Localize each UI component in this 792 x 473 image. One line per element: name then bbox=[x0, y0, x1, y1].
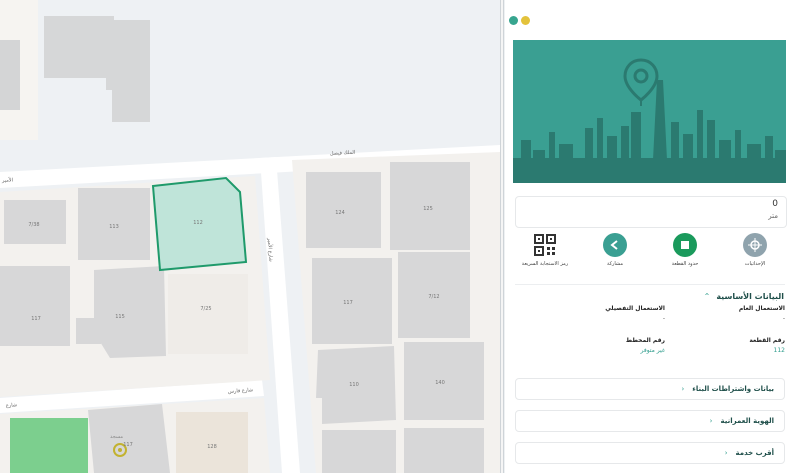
parcel-number: 125 bbox=[423, 206, 433, 212]
divider-line bbox=[515, 284, 785, 285]
parcel-boundary-label: حدود القطعة bbox=[671, 261, 699, 267]
plan-number-label: رقم المخطط bbox=[625, 337, 665, 344]
general-use-label: الاستعمال العام bbox=[738, 305, 785, 312]
parcel-number: 115 bbox=[115, 314, 125, 320]
qr-code-button[interactable]: رمز الاستجابة السريعة bbox=[515, 233, 575, 278]
chevron-down-icon: ‹ bbox=[681, 385, 685, 393]
parcel-number: 112 bbox=[193, 220, 203, 226]
road-label: الأمير bbox=[1, 176, 14, 184]
share-label: مشاركة bbox=[606, 261, 624, 267]
building-footprint bbox=[0, 266, 70, 346]
building-regulations-section[interactable]: بيانات واشتراطات البناء ‹ bbox=[515, 378, 785, 400]
parcel-number: 7/25 bbox=[200, 306, 211, 312]
action-bar: الإحداثيات حدود القطعة مشاركة رمز الاستج… bbox=[515, 233, 785, 278]
parcel-number: 128 bbox=[207, 444, 217, 450]
green-area bbox=[10, 418, 88, 473]
parcel-number: 124 bbox=[335, 210, 345, 216]
parcel-area-card: 0 متر bbox=[515, 196, 787, 228]
share-icon bbox=[603, 233, 627, 257]
parcel-boundary-button[interactable]: حدود القطعة bbox=[655, 233, 715, 278]
qr-code-icon bbox=[533, 233, 557, 257]
parcel-number: 7/12 bbox=[428, 294, 439, 300]
building-footprint bbox=[44, 16, 114, 78]
coordinates-button[interactable]: الإحداثيات bbox=[725, 233, 785, 278]
urban-identity-section[interactable]: الهوية العمرانية ‹ bbox=[515, 410, 785, 432]
parcel-number: 117 bbox=[31, 316, 41, 322]
building-footprint bbox=[88, 404, 170, 473]
close-dot-icon[interactable] bbox=[509, 16, 518, 25]
detailed-use-label: الاستعمال التفصيلي bbox=[605, 305, 665, 312]
building-footprint bbox=[106, 20, 150, 122]
parcel-lot bbox=[176, 412, 248, 473]
city-skyline-banner bbox=[513, 40, 786, 183]
basic-info-grid: الاستعمال العام - الاستعمال التفصيلي - ر… bbox=[515, 305, 785, 365]
parcel-number-value: 112 bbox=[773, 347, 785, 354]
basic-info-title: البيانات الأساسية bbox=[716, 292, 784, 301]
map-canvas[interactable]: 112 7/38 113 117 115 7/25 124 125 117 7/… bbox=[0, 0, 500, 473]
building-footprint bbox=[0, 40, 20, 110]
nearest-service-title: أقرب خدمة bbox=[735, 449, 774, 457]
parcel-number: 110 bbox=[349, 382, 359, 388]
minimize-dot-icon[interactable] bbox=[521, 16, 530, 25]
building-footprint bbox=[404, 428, 484, 473]
parcel-area-unit: متر bbox=[768, 212, 778, 220]
qr-code-label: رمز الاستجابة السريعة bbox=[521, 261, 569, 267]
parcel-number: 7/38 bbox=[28, 222, 39, 228]
chevron-down-icon: ‹ bbox=[724, 449, 728, 457]
detailed-use-value: - bbox=[662, 315, 665, 322]
building-footprint bbox=[322, 430, 396, 473]
chevron-down-icon: ‹ bbox=[709, 417, 713, 425]
parcel-details-panel: 0 متر الإحداثيات حدود القطعة مشاركة رمز … bbox=[505, 0, 792, 473]
road-label: شارع bbox=[6, 402, 18, 409]
parcel-number: 117 bbox=[123, 442, 133, 448]
chevron-up-icon: ⌃ bbox=[703, 292, 711, 301]
map-view[interactable]: 112 7/38 113 117 115 7/25 124 125 117 7/… bbox=[0, 0, 500, 473]
parcel-number: 140 bbox=[435, 380, 445, 386]
building-footprint bbox=[94, 266, 166, 358]
square-icon bbox=[673, 233, 697, 257]
share-button[interactable]: مشاركة bbox=[585, 233, 645, 278]
window-controls bbox=[509, 16, 530, 25]
parcel-area-value: 0 bbox=[772, 199, 778, 209]
general-use-value: - bbox=[782, 315, 785, 322]
plan-number-value: غير متوفر bbox=[640, 347, 665, 354]
panel-divider[interactable] bbox=[500, 0, 504, 473]
parcel-number: 113 bbox=[109, 224, 119, 230]
parcel-lot[interactable] bbox=[168, 274, 248, 354]
basic-info-header[interactable]: البيانات الأساسية ⌃ bbox=[704, 292, 784, 301]
urban-identity-title: الهوية العمرانية bbox=[720, 417, 774, 425]
coordinates-label: الإحداثيات bbox=[744, 261, 766, 267]
building-regulations-title: بيانات واشتراطات البناء bbox=[692, 385, 774, 393]
nearest-service-section[interactable]: أقرب خدمة ‹ bbox=[515, 442, 785, 464]
parcel-number: 117 bbox=[343, 300, 353, 306]
poi-label: مسجد bbox=[110, 434, 123, 440]
parcel-number-label: رقم القطعة bbox=[749, 337, 785, 344]
crosshair-icon bbox=[743, 233, 767, 257]
